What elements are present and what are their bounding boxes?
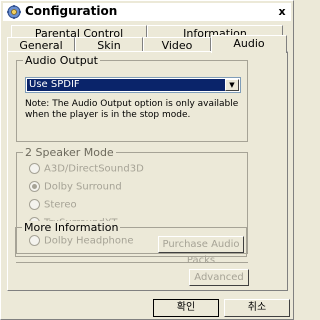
close-icon[interactable]: x: [275, 5, 289, 19]
group-label: More Information: [22, 221, 121, 234]
radio-dolby-surround[interactable]: Dolby Surround: [29, 181, 122, 193]
title-bar[interactable]: Configuration x: [3, 3, 291, 21]
selected-value: Use SPDIF: [27, 79, 225, 91]
chevron-down-icon[interactable]: ▼: [225, 79, 239, 91]
radio-label: Dolby Surround: [44, 181, 122, 193]
tab-label: Audio: [233, 37, 265, 50]
purchase-audio-packs-button[interactable]: Purchase Audio Packs: [158, 236, 244, 266]
radio-label: Stereo: [44, 199, 77, 211]
config-gear-icon: [7, 5, 21, 19]
tab-audio[interactable]: Audio: [211, 35, 287, 53]
radio-label: A3D/DirectSound3D: [44, 163, 144, 175]
advanced-button[interactable]: Advanced: [189, 269, 249, 286]
radio-button-icon: [29, 163, 40, 174]
radio-stereo[interactable]: Stereo: [29, 199, 77, 211]
radio-button-selected-icon: [29, 181, 40, 192]
cancel-button[interactable]: 취소: [224, 299, 290, 317]
ok-button[interactable]: 확인: [153, 299, 219, 317]
radio-button-icon: [29, 199, 40, 210]
audio-output-note: Note: The Audio Output option is only av…: [25, 99, 239, 120]
group-label: 2 Speaker Mode: [23, 146, 116, 159]
audio-output-group: Audio Output Use SPDIF ▼ Note: The Audio…: [16, 54, 248, 142]
audio-output-select[interactable]: Use SPDIF ▼: [25, 77, 241, 93]
configuration-dialog: Configuration x Parental Control Informa…: [0, 0, 294, 320]
window-title: Configuration: [25, 4, 118, 18]
more-information-group: More Information Purchase Audio Packs: [15, 221, 247, 266]
group-label: Audio Output: [23, 54, 100, 67]
radio-a3d[interactable]: A3D/DirectSound3D: [29, 163, 144, 175]
